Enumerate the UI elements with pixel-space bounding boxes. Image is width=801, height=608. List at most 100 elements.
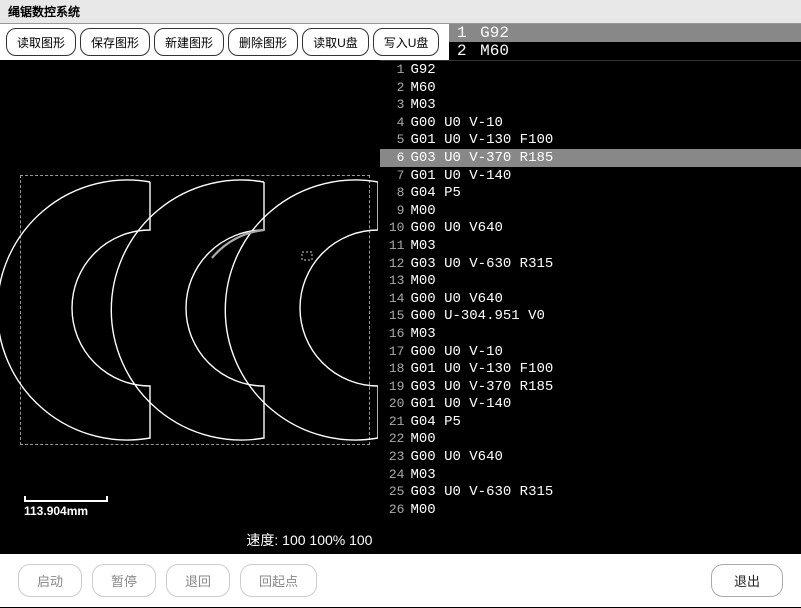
top-toolbar: 读取图形 保存图形 新建图形 删除图形 读取U盘 写入U盘	[0, 24, 449, 60]
line-text: G01 U0 V-140	[410, 396, 511, 414]
write-usb-button[interactable]: 写入U盘	[373, 28, 440, 56]
gcode-line[interactable]: 25G03 U0 V-630 R315	[380, 483, 801, 501]
gcode-list[interactable]: 1 G92 2 M603M034 G00 U0 V-10 5 G01 U0 V-130 F1…	[380, 60, 801, 554]
gcode-panel[interactable]: 1 G92 2 M603M034 G00 U0 V-10 5 G01 U0 V-130 F1…	[380, 60, 801, 554]
line-number: 23	[384, 448, 404, 466]
delete-shape-button[interactable]: 删除图形	[228, 28, 298, 56]
gcode-line[interactable]: 9 M00	[380, 202, 801, 220]
line-text: M03	[410, 326, 435, 344]
gcode-line[interactable]: 4 G00 U0 V-10	[380, 114, 801, 132]
new-shape-button[interactable]: 新建图形	[154, 28, 224, 56]
line-number: 16	[384, 325, 404, 343]
line-text: M03	[410, 467, 435, 485]
retract-button[interactable]: 退回	[166, 564, 230, 597]
go-origin-button[interactable]: 回起点	[240, 564, 317, 597]
read-shape-button[interactable]: 读取图形	[6, 28, 76, 56]
gcode-line[interactable]: 5 G01 U0 V-130 F100	[380, 131, 801, 149]
app-root: 绳锯数控系统 读取图形 保存图形 新建图形 删除图形 读取U盘 写入U盘 1 G…	[0, 0, 801, 608]
line-number: 12	[384, 255, 404, 273]
line-number: 21	[384, 413, 404, 431]
gcode-line[interactable]: 16 M03	[380, 325, 801, 343]
exit-button[interactable]: 退出	[711, 564, 783, 597]
workarea: 113.904mm 速度: 100 100% 100 1 G92 2 M603M034…	[0, 60, 801, 554]
line-text: G01 U0 V-130 F100	[410, 132, 553, 150]
line-text: G00 U0 V640	[410, 220, 502, 238]
line-text: G03 U0 V-370 R185	[410, 150, 553, 168]
line-number: 6	[384, 149, 404, 167]
line-number: 2	[384, 79, 404, 97]
gcode-line[interactable]: 1 G92	[380, 61, 801, 79]
scale-bar	[24, 496, 108, 502]
gcode-line[interactable]: 13 M00	[380, 272, 801, 290]
titlebar: 绳锯数控系统	[0, 0, 801, 24]
code-header: 1 G92 2 M60	[449, 24, 801, 60]
line-number: 19	[384, 378, 404, 396]
line-text: M00	[410, 502, 435, 520]
line-text: M03	[410, 238, 435, 256]
line-number: 7	[384, 167, 404, 185]
line-text: G03 U0 V-370 R185	[410, 379, 553, 397]
line-text: G00 U-304.951 V0	[410, 308, 544, 326]
gcode-line[interactable]: 10G00 U0 V640	[380, 219, 801, 237]
line-number: 25	[384, 483, 404, 501]
line-text: G04 P5	[410, 185, 460, 203]
shape-preview	[0, 60, 380, 554]
gcode-line[interactable]: 22 M00	[380, 430, 801, 448]
gcode-line[interactable]: 20 G01 U0 V-140	[380, 395, 801, 413]
gcode-line[interactable]: 23 G00 U0 V640	[380, 448, 801, 466]
start-button[interactable]: 启动	[18, 564, 82, 597]
line-text: M00	[410, 273, 435, 291]
canvas-panel[interactable]: 113.904mm 速度: 100 100% 100	[0, 60, 380, 554]
gcode-line[interactable]: 19 G03 U0 V-370 R185	[380, 378, 801, 396]
gcode-line[interactable]: 26 M00	[380, 501, 801, 519]
line-text: G00 U0 V-10	[410, 344, 502, 362]
line-number: 20	[384, 395, 404, 413]
line-text: M03	[410, 97, 435, 115]
line-number: 13	[384, 272, 404, 290]
app-title: 绳锯数控系统	[8, 3, 80, 20]
line-text: G04 P5	[410, 414, 460, 432]
line-text: G92	[410, 62, 435, 80]
scale-label: 113.904mm	[24, 504, 88, 518]
line-text: M60	[410, 80, 435, 98]
gcode-line[interactable]: 15 G00 U-304.951 V0	[380, 307, 801, 325]
gcode-line[interactable]: 6 G03 U0 V-370 R185	[380, 149, 801, 167]
line-number: 18	[384, 360, 404, 378]
code-header-next: 2 M60	[449, 42, 801, 60]
gcode-line[interactable]: 2 M60	[380, 79, 801, 97]
line-number: 24	[384, 466, 404, 484]
line-text: M00	[410, 203, 435, 221]
line-number: 5	[384, 131, 404, 149]
line-text: G03 U0 V-630 R315	[410, 256, 553, 274]
line-number: 17	[384, 343, 404, 361]
gcode-line[interactable]: 3M03	[380, 96, 801, 114]
gcode-line[interactable]: 17 G00 U0 V-10	[380, 343, 801, 361]
read-usb-button[interactable]: 读取U盘	[302, 28, 369, 56]
line-text: M00	[410, 431, 435, 449]
line-number: 8	[384, 184, 404, 202]
code-header-current: 1 G92	[449, 24, 801, 42]
line-text: G00 U0 V-10	[410, 115, 502, 133]
line-text: G01 U0 V-130 F100	[410, 361, 553, 379]
speed-readout: 速度: 100 100% 100	[246, 530, 372, 550]
line-number: 15	[384, 307, 404, 325]
line-number: 1	[384, 61, 404, 79]
line-number: 22	[384, 430, 404, 448]
pause-button[interactable]: 暂停	[92, 564, 156, 597]
gcode-line[interactable]: 24 M03	[380, 466, 801, 484]
line-text: G00 U0 V640	[410, 449, 502, 467]
gcode-line[interactable]: 8 G04 P5	[380, 184, 801, 202]
gcode-line[interactable]: 11 M03	[380, 237, 801, 255]
gcode-line[interactable]: 14G00 U0 V640	[380, 290, 801, 308]
line-number: 14	[384, 290, 404, 308]
line-number: 11	[384, 237, 404, 255]
gcode-line[interactable]: 12 G03 U0 V-630 R315	[380, 255, 801, 273]
gcode-line[interactable]: 18 G01 U0 V-130 F100	[380, 360, 801, 378]
save-shape-button[interactable]: 保存图形	[80, 28, 150, 56]
line-number: 26	[384, 501, 404, 519]
line-text: G01 U0 V-140	[410, 168, 511, 186]
line-number: 4	[384, 114, 404, 132]
gcode-line[interactable]: 7 G01 U0 V-140	[380, 167, 801, 185]
gcode-line[interactable]: 21 G04 P5	[380, 413, 801, 431]
line-number: 9	[384, 202, 404, 220]
